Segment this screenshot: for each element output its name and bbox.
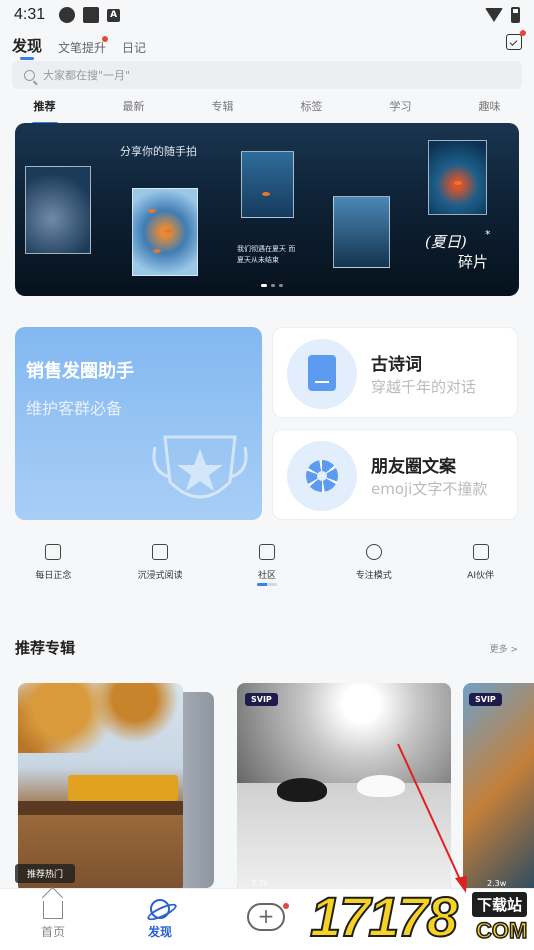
category-tags[interactable]: 标签 bbox=[297, 98, 327, 120]
wifi-icon bbox=[485, 8, 503, 22]
summer-banner[interactable]: 分享你的随手拍 我们彻遇在夏天 而夏天从未结束 (夏日) * 碎片 bbox=[15, 123, 519, 296]
album-image-bridge bbox=[18, 801, 183, 815]
book-icon bbox=[308, 355, 336, 391]
tool-label: 沉浸式阅读 bbox=[137, 571, 183, 581]
category-tabs: 推荐 最新 专辑 标签 学习 趣味 bbox=[0, 98, 534, 125]
album-image-white-cat bbox=[357, 775, 405, 797]
aperture-icon bbox=[306, 460, 338, 492]
status-time: 4:31 bbox=[14, 6, 46, 23]
category-albums[interactable]: 专辑 bbox=[208, 98, 238, 120]
nav-discover-label: 发现 bbox=[147, 925, 172, 939]
hot-tag: 推荐热门 bbox=[15, 864, 76, 883]
album-image-black-cat bbox=[277, 778, 327, 802]
nav-discover[interactable]: 发现 bbox=[130, 899, 190, 940]
album-card[interactable]: SVIP 2.3w bbox=[463, 683, 534, 893]
robot-icon bbox=[472, 544, 489, 560]
note-icon bbox=[45, 544, 62, 560]
search-placeholder: 大家都在搜"一月" bbox=[43, 69, 131, 82]
album-image-train bbox=[68, 775, 178, 801]
tool-immersive-reading[interactable]: 沉浸式阅读 bbox=[110, 540, 210, 581]
fullscreen-icon bbox=[152, 544, 169, 560]
tab-writing[interactable]: 文笔提升 bbox=[58, 36, 109, 56]
watermark-number: 17178 bbox=[309, 884, 459, 949]
album-card[interactable] bbox=[18, 683, 183, 893]
banner-photo bbox=[25, 166, 91, 254]
tool-ai-companion[interactable]: AI伙伴 bbox=[431, 540, 531, 581]
category-recommend[interactable]: 推荐 bbox=[30, 98, 60, 125]
banner-star: * bbox=[485, 228, 491, 241]
nav-home-label: 首页 bbox=[40, 925, 65, 939]
card-title: 销售发圈助手 bbox=[26, 361, 134, 382]
keyboard-notification-icon: A bbox=[107, 8, 121, 22]
watermark-domain: COM bbox=[475, 917, 528, 944]
tab-diary[interactable]: 日记 bbox=[122, 39, 146, 56]
section-title: 推荐专辑 bbox=[15, 639, 76, 657]
tab-discover[interactable]: 发现 bbox=[12, 35, 42, 60]
banner-title: (夏日) bbox=[425, 233, 467, 251]
clock-icon bbox=[365, 544, 382, 560]
banner-caption: 分享你的随手拍 bbox=[120, 145, 197, 158]
card-title: 古诗词 bbox=[371, 355, 422, 375]
app-notification-icon bbox=[59, 7, 76, 23]
album-image bbox=[237, 783, 451, 893]
icon-background bbox=[287, 339, 357, 409]
search-bar[interactable]: 大家都在搜"一月" bbox=[12, 61, 522, 89]
category-study[interactable]: 学习 bbox=[386, 98, 416, 120]
category-latest[interactable]: 最新 bbox=[119, 98, 149, 120]
tool-label: 社区 bbox=[257, 571, 276, 581]
battery-icon bbox=[511, 7, 520, 23]
tool-community[interactable]: 社区 bbox=[217, 540, 317, 586]
card-title: 朋友圈文案 bbox=[371, 457, 456, 477]
status-bar: 4:31 A bbox=[0, 0, 534, 30]
red-dot-badge bbox=[520, 30, 526, 36]
banner-title-2: 碎片 bbox=[458, 253, 489, 271]
page-indicator bbox=[256, 583, 277, 586]
banner-small-text: 我们彻遇在夏天 而夏天从未结束 bbox=[237, 245, 296, 264]
ancient-poetry-card[interactable]: 古诗词 穿越千年的对话 bbox=[272, 327, 518, 418]
carousel-indicator bbox=[261, 284, 283, 287]
tool-label: AI伙伴 bbox=[467, 571, 494, 581]
banner-photo bbox=[241, 151, 294, 218]
top-nav: 发现 文笔提升 日记 bbox=[12, 30, 526, 60]
category-fun[interactable]: 趣味 bbox=[475, 98, 505, 120]
more-link[interactable]: 更多 > bbox=[490, 642, 518, 655]
sales-assistant-card[interactable]: 销售发圈助手 维护客群必备 bbox=[15, 327, 262, 520]
svip-badge: SVIP bbox=[245, 693, 278, 706]
red-dot-badge bbox=[102, 36, 109, 42]
tool-mindfulness[interactable]: 每日正念 bbox=[3, 540, 103, 581]
tool-label: 每日正念 bbox=[35, 571, 72, 581]
banner-photo bbox=[333, 196, 390, 268]
card-subtitle: 穿越千年的对话 bbox=[371, 378, 477, 396]
search-icon bbox=[24, 69, 35, 81]
banner-photo-goldfish bbox=[428, 140, 487, 215]
trophy-icon bbox=[152, 435, 248, 499]
chat-icon bbox=[258, 544, 275, 560]
site-watermark: 17178 下载站 COM bbox=[309, 884, 534, 950]
moments-copy-card[interactable]: 朋友圈文案 emoji文字不撞款 bbox=[272, 429, 518, 520]
album-image bbox=[18, 683, 183, 753]
app-notification-icon-2 bbox=[83, 7, 100, 23]
watermark-label: 下载站 bbox=[472, 892, 528, 917]
check-in-calendar-icon[interactable] bbox=[506, 30, 526, 50]
svip-badge: SVIP bbox=[469, 693, 502, 706]
tab-writing-label: 文笔提升 bbox=[58, 41, 107, 55]
red-dot-badge bbox=[283, 903, 289, 909]
home-icon bbox=[43, 901, 63, 919]
banner-photo-goldfish bbox=[132, 188, 198, 276]
icon-background bbox=[287, 441, 357, 511]
nav-home[interactable]: 首页 bbox=[23, 901, 83, 940]
tools-row: 每日正念 沉浸式阅读 社区 专注模式 AI伙伴 bbox=[0, 540, 534, 590]
album-card[interactable]: SVIP 7.7k bbox=[237, 683, 451, 893]
planet-icon bbox=[150, 899, 170, 919]
tool-focus-mode[interactable]: 专注模式 bbox=[324, 540, 424, 581]
card-subtitle: emoji文字不撞款 bbox=[371, 480, 488, 498]
card-subtitle: 维护客群必备 bbox=[26, 399, 123, 418]
view-count: 7.7k bbox=[251, 879, 269, 888]
tool-label: 专注模式 bbox=[355, 571, 392, 581]
add-post-button[interactable]: + bbox=[247, 903, 285, 931]
